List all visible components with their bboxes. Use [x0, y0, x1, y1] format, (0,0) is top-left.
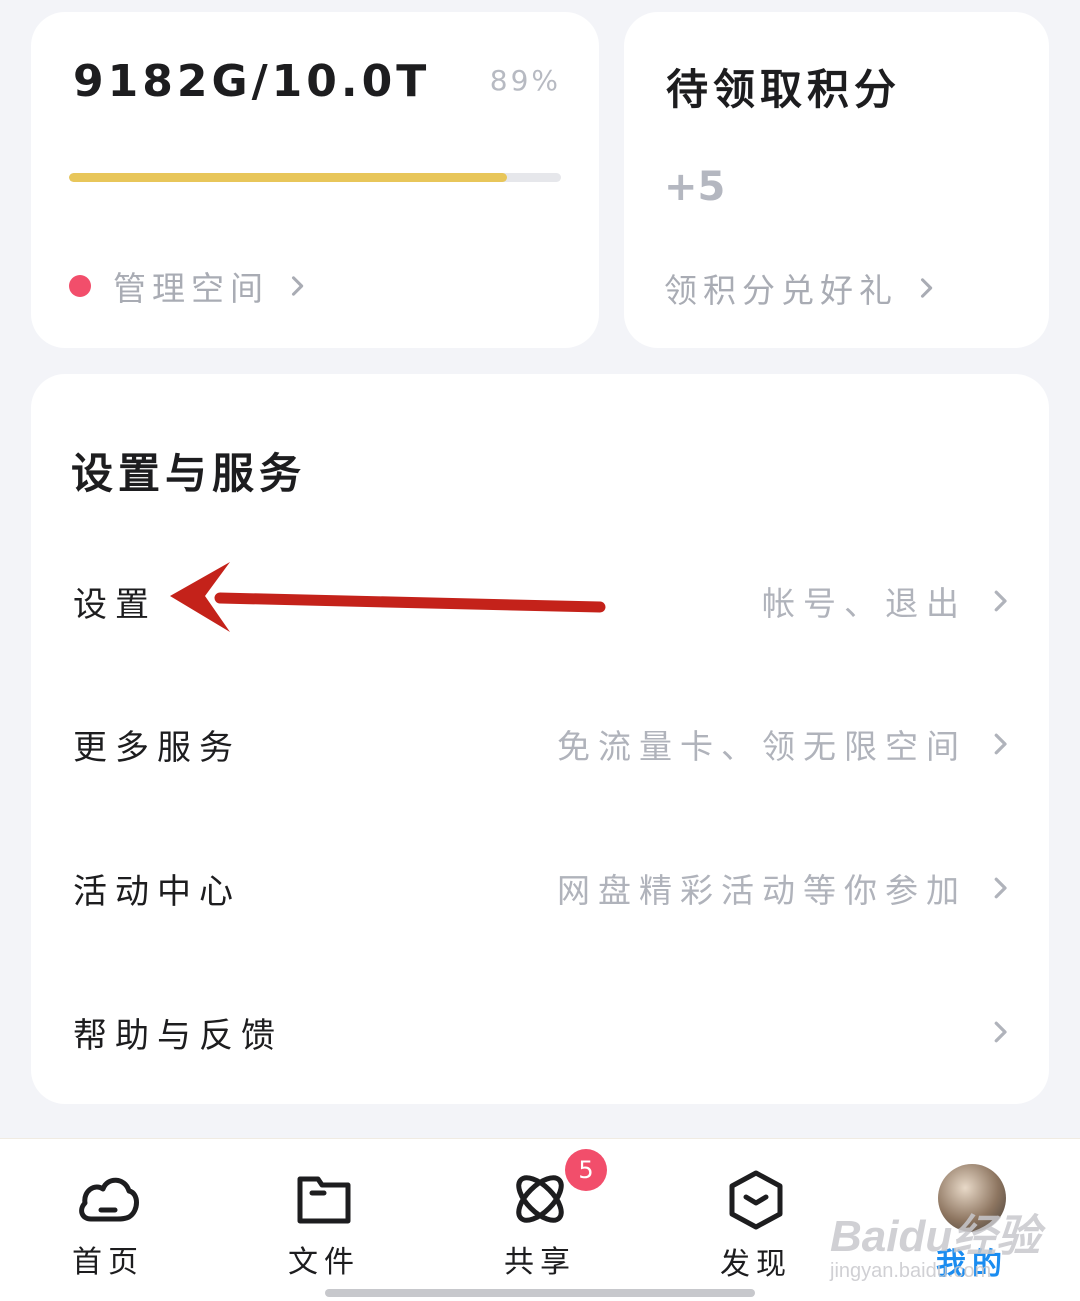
points-value: +5 [664, 164, 726, 210]
menu-item-desc: 网盘精彩活动等你参加 [557, 871, 967, 910]
menu-item-label: 活动中心 [73, 871, 241, 912]
section-title: 设置与服务 [71, 449, 307, 498]
tab-label: 文件 [288, 1245, 360, 1280]
storage-progress-fill [69, 173, 507, 182]
chevron-right-icon [994, 590, 1007, 612]
menu-item-more-services[interactable]: 更多服务 免流量卡、领无限空间 [31, 674, 1049, 814]
tab-discover[interactable]: 发现 [696, 1169, 816, 1283]
watermark-logo: Baidu经验 [830, 1212, 1041, 1261]
manage-space-label: 管理空间 [113, 269, 269, 308]
chevron-right-icon [291, 276, 304, 296]
orbit-icon [516, 1175, 564, 1223]
menu-item-desc: 帐号、退出 [762, 584, 967, 623]
storage-used-text: 9182G/10.0T [73, 56, 431, 107]
cloud-icon [79, 1177, 139, 1222]
redeem-points-link[interactable]: 领积分兑好礼 [664, 264, 940, 312]
menu-item-activity-center[interactable]: 活动中心 网盘精彩活动等你参加 [31, 818, 1049, 958]
menu-item-label: 更多服务 [73, 727, 241, 768]
points-card: 待领取积分 +5 领积分兑好礼 [624, 12, 1049, 348]
discover-icon [729, 1170, 783, 1230]
menu-item-label: 设置 [73, 584, 157, 625]
watermark-url: jingyan.baidu.com [830, 1260, 992, 1282]
folder-icon [297, 1176, 351, 1224]
chevron-right-icon [920, 278, 933, 298]
home-indicator [325, 1289, 755, 1297]
tab-label: 共享 [504, 1245, 576, 1280]
chevron-right-icon [994, 733, 1007, 755]
points-title: 待领取积分 [666, 65, 902, 114]
chevron-right-icon [994, 1021, 1007, 1043]
tab-label: 首页 [72, 1245, 144, 1280]
tab-label: 发现 [720, 1247, 792, 1282]
menu-item-label: 帮助与反馈 [73, 1015, 283, 1056]
tab-home[interactable]: 首页 [48, 1169, 168, 1281]
storage-card: 9182G/10.0T 89% 管理空间 [31, 12, 599, 348]
storage-percent: 89% [489, 64, 561, 97]
tab-files[interactable]: 文件 [264, 1169, 384, 1281]
storage-progress-bar [69, 173, 561, 182]
menu-item-help-feedback[interactable]: 帮助与反馈 [31, 962, 1049, 1102]
redeem-points-label: 领积分兑好礼 [664, 271, 898, 310]
notification-dot [69, 275, 91, 297]
manage-space-link[interactable]: 管理空间 [69, 262, 311, 310]
share-badge: 5 [565, 1149, 607, 1191]
annotation-arrow-icon [170, 562, 606, 632]
chevron-right-icon [994, 877, 1007, 899]
menu-item-desc: 免流量卡、领无限空间 [557, 727, 967, 766]
watermark: Baidu经验 jingyan.baidu.com [830, 1200, 1040, 1283]
settings-services-card: 设置与服务 设置 帐号、退出 更多服务 免流量卡、领无限空间 活动中心 网盘精彩… [31, 374, 1049, 1104]
